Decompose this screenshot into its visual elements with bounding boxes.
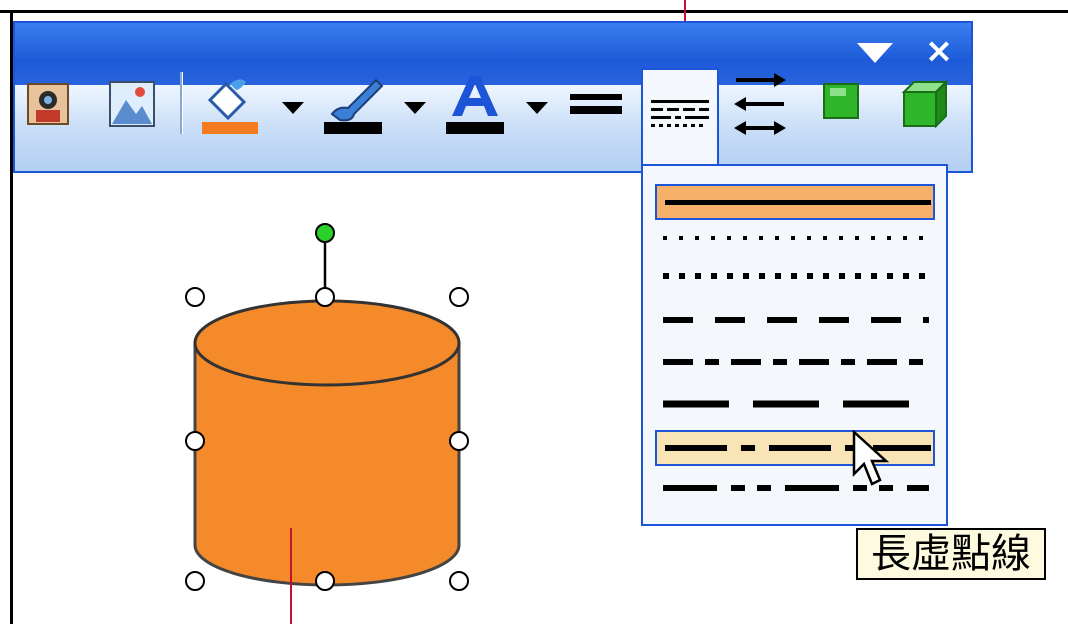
mouse-pointer-icon (852, 430, 890, 486)
toolbar-separator (180, 72, 183, 134)
dash-option-long-dash-dot[interactable] (655, 430, 935, 466)
dash-style-menu (641, 164, 948, 526)
line-style-icon (570, 94, 622, 114)
insert-picture-icon (109, 81, 155, 127)
insert-picture-button[interactable] (104, 70, 162, 138)
arrow-style-icon (734, 73, 786, 135)
dash-option-round-dot[interactable] (655, 222, 935, 258)
close-button[interactable]: × (921, 31, 957, 71)
line-color-dropdown-icon[interactable] (402, 100, 428, 116)
dash-style-icon (651, 100, 709, 127)
window-top-border (0, 10, 1068, 13)
callout-line-bottom (290, 528, 292, 624)
font-color-dropdown-icon[interactable] (524, 100, 550, 116)
shadow-style-button[interactable] (816, 70, 866, 138)
dash-option-dash[interactable] (655, 304, 935, 340)
font-color-icon (446, 76, 504, 134)
fill-color-button[interactable] (196, 70, 264, 138)
line-color-button[interactable] (320, 70, 388, 138)
line-color-icon (324, 78, 384, 134)
fill-color-dropdown-icon[interactable] (280, 100, 306, 116)
dash-option-dash-dot[interactable] (655, 346, 935, 382)
shadow-style-icon (823, 83, 859, 119)
dash-option-long-dash-dot-dot[interactable] (655, 472, 935, 508)
cylinder-shape[interactable] (175, 215, 485, 595)
dash-option-square-dot[interactable] (655, 260, 935, 296)
dash-option-solid[interactable] (655, 184, 935, 220)
dash-style-tooltip: 長虛點線 (856, 528, 1046, 580)
dash-style-button[interactable] (641, 68, 719, 166)
arrow-style-button[interactable] (730, 70, 792, 138)
toolbar-options-chevron-icon[interactable] (855, 39, 895, 67)
3d-style-icon (901, 79, 949, 129)
line-style-button[interactable] (566, 70, 626, 138)
3d-style-button[interactable] (896, 70, 952, 138)
font-color-button[interactable] (442, 70, 508, 138)
fill-color-icon (202, 79, 258, 134)
dash-option-long-dash[interactable] (655, 388, 935, 424)
clip-art-button[interactable] (22, 70, 76, 138)
clip-art-icon (27, 83, 69, 125)
